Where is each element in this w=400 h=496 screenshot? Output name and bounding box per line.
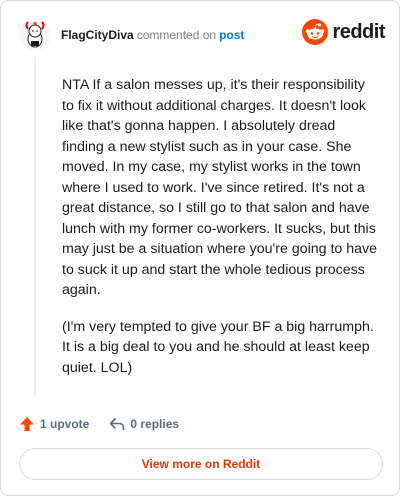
reddit-wordmark: reddit [332, 21, 385, 43]
embedded-comment-card: FlagCityDiva commented on post reddit NTA … [0, 0, 400, 496]
comment-footer: 1 upvote 0 replies [19, 413, 199, 435]
post-link[interactable]: post [219, 28, 244, 42]
reply-arrow-icon [110, 418, 125, 431]
comment-body: NTA If a salon messes up, it's their res… [62, 75, 380, 394]
replies-button[interactable]: 0 replies [109, 416, 179, 432]
reddit-brand[interactable]: reddit [302, 19, 385, 45]
upvote-arrow-icon [20, 417, 34, 431]
comment-header: FlagCityDiva commented on post reddit [19, 17, 385, 53]
reply-count: 0 replies [130, 417, 180, 431]
avatar-icon [19, 19, 51, 51]
author-name[interactable]: FlagCityDiva [61, 28, 134, 42]
comment-paragraph: NTA If a salon messes up, it's their res… [62, 77, 378, 298]
comment-paragraph: (I'm very tempted to give your BF a big … [62, 318, 374, 376]
upvote-count: 1 upvote [40, 417, 90, 431]
author-line: FlagCityDiva commented on post [61, 27, 244, 43]
upvote-button[interactable]: 1 upvote [19, 416, 89, 432]
comment-action-text: commented on [136, 28, 217, 42]
thread-line [34, 57, 36, 397]
reddit-logo-icon [302, 19, 329, 45]
view-more-button[interactable]: View more on Reddit [19, 448, 383, 480]
avatar[interactable] [19, 19, 51, 51]
